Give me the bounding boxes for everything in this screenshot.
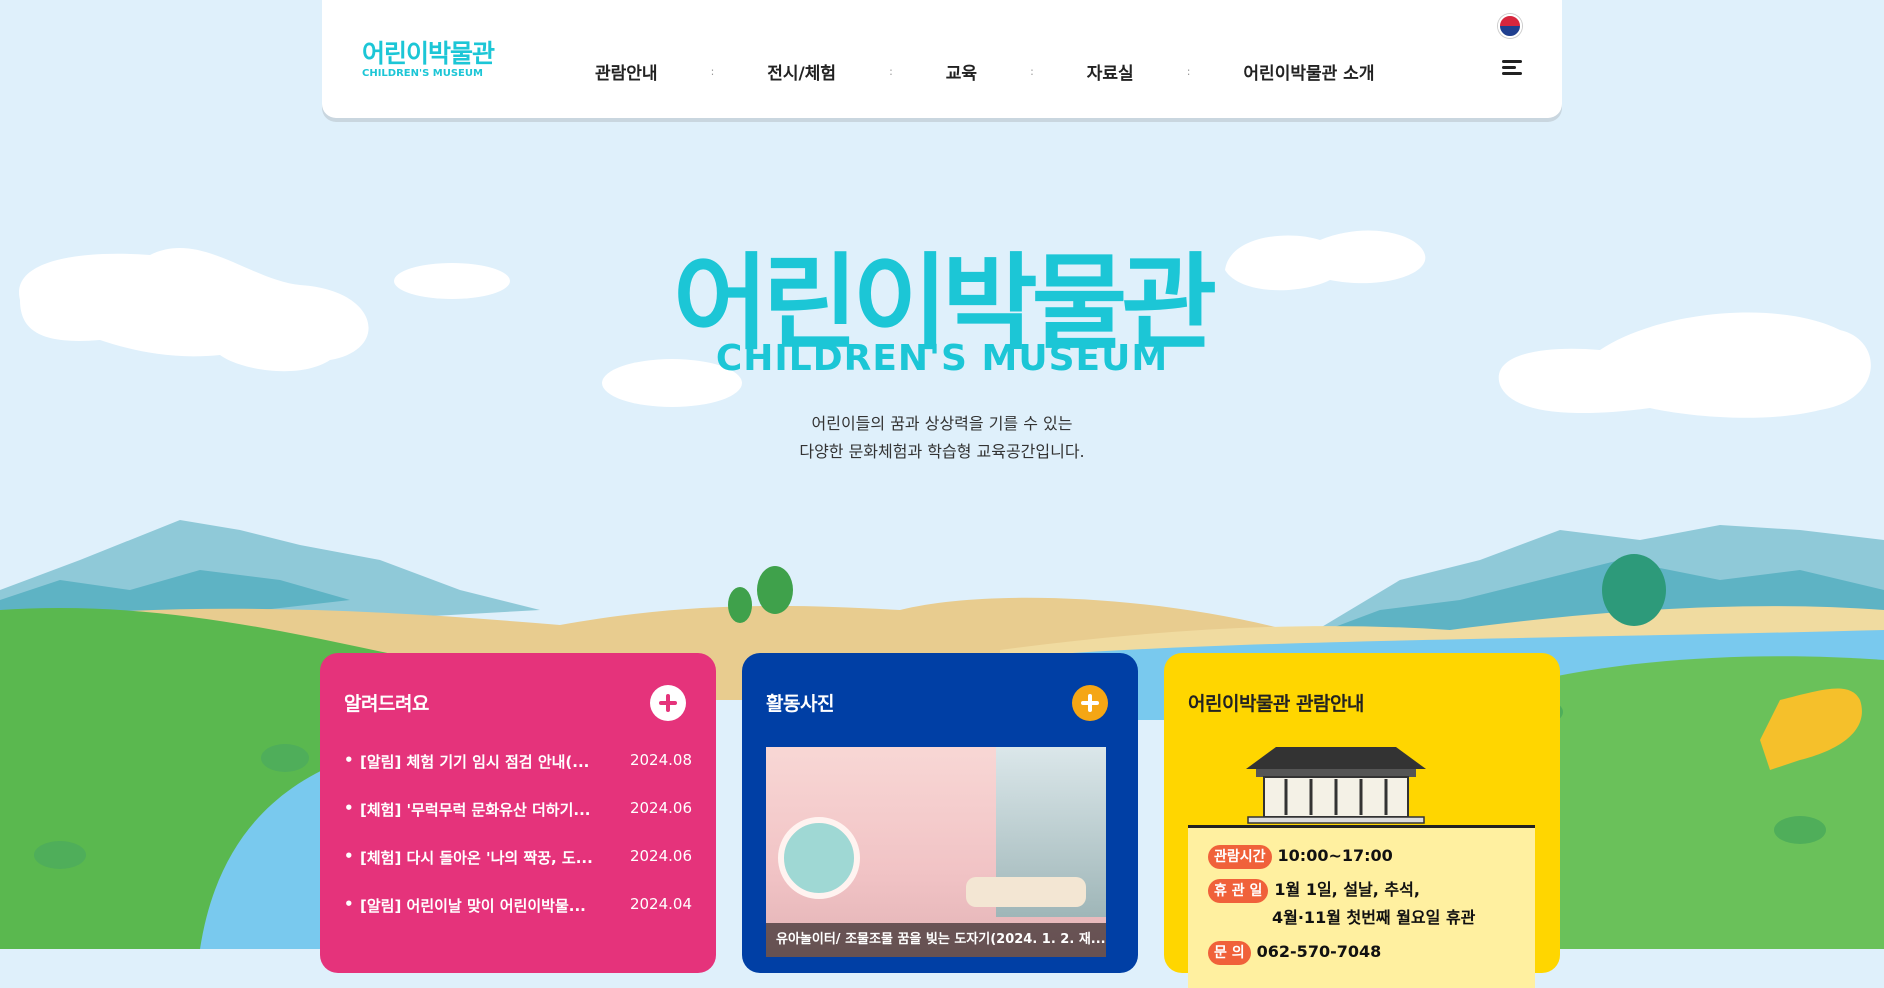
activity-photo[interactable]: 유아놀이터/ 조물조물 꿈을 빚는 도자기(2024. 1. 2. 재... (766, 747, 1106, 957)
notice-item-date: 2024.06 (629, 847, 692, 865)
nav-item-archive[interactable]: 자료실 (1082, 59, 1139, 84)
info-closed-row: 휴 관 일 1월 1일, 설날, 추석, (1208, 878, 1420, 903)
notice-item-date: 2024.06 (629, 799, 692, 817)
hero-description-line: 다양한 문화체험과 학습형 교육공간입니다. (799, 442, 1085, 461)
photo-caption: 유아놀이터/ 조물조물 꿈을 빚는 도자기(2024. 1. 2. 재... (766, 923, 1106, 957)
nav-item-about[interactable]: 어린이박물관 소개 (1238, 59, 1379, 84)
notice-item-date: 2024.04 (629, 895, 692, 913)
nav-item-exhibition[interactable]: 전시/체험 (762, 59, 841, 84)
notice-card: 알려드려요 [알림] 체험 기기 임시 점검 안내(... 2024.08 [체험… (320, 653, 716, 973)
closed-value-2: 4월·11월 첫번째 월요일 휴관 (1272, 908, 1476, 927)
info-title: 어린이박물관 관람안내 (1188, 693, 1364, 715)
info-hours-row: 관람시간 10:00~17:00 (1208, 844, 1393, 869)
main-nav: 관람안내 : 전시/체험 : 교육 : 자료실 : 어린이박물관 소개 (590, 58, 1379, 84)
list-item[interactable]: [알림] 어린이날 맞이 어린이박물... 2024.04 (344, 895, 692, 943)
notice-list: [알림] 체험 기기 임시 점검 안내(... 2024.08 [체험] '무럭무… (344, 751, 692, 943)
hero-description: 어린이들의 꿈과 상상력을 기를 수 있는 다양한 문화체험과 학습형 교육공간… (0, 410, 1884, 466)
list-item[interactable]: [체험] 다시 돌아온 '나의 짝꿍, 도... 2024.06 (344, 847, 692, 895)
photo-round-window (778, 817, 860, 899)
logo[interactable]: 어린이박물관 (362, 34, 495, 70)
menu-icon[interactable] (1502, 60, 1522, 76)
info-closed-row-2: 4월·11월 첫번째 월요일 휴관 (1272, 906, 1475, 930)
closed-value: 1월 1일, 설날, 추석, (1274, 880, 1420, 899)
photo-card-title: 활동사진 (766, 693, 834, 715)
nav-separator: : (1030, 64, 1034, 78)
korea-flag-icon[interactable] (1498, 14, 1522, 38)
notice-item-title: [체험] '무럭무럭 문화유산 더하기... (344, 799, 600, 820)
list-item[interactable]: [알림] 체험 기기 임시 점검 안내(... 2024.08 (344, 751, 692, 799)
closed-label: 휴 관 일 (1208, 879, 1269, 903)
plus-icon[interactable] (650, 685, 686, 721)
notice-title: 알려드려요 (344, 693, 429, 715)
hero-subtitle: CHILDREN'S MUSEUM (715, 338, 1169, 379)
hours-value: 10:00~17:00 (1277, 846, 1393, 865)
hero-description-line: 어린이들의 꿈과 상상력을 기를 수 있는 (811, 414, 1073, 433)
notice-item-title: [체험] 다시 돌아온 '나의 짝꿍, 도... (344, 847, 600, 868)
logo-subtitle[interactable]: CHILDREN'S MUSEUM (362, 68, 483, 79)
list-item[interactable]: [체험] '무럭무럭 문화유산 더하기... 2024.06 (344, 799, 692, 847)
activity-photo-card: 활동사진 유아놀이터/ 조물조물 꿈을 빚는 도자기(2024. 1. 2. 재… (742, 653, 1138, 973)
notice-item-title: [알림] 체험 기기 임시 점검 안내(... (344, 751, 600, 772)
photo-bench (966, 877, 1086, 907)
nav-item-visit-guide[interactable]: 관람안내 (590, 59, 663, 84)
visit-info-card: 어린이박물관 관람안내 관람시간 10:00~17:00 휴 관 일 1월 1일, … (1164, 653, 1560, 988)
site-header: 어린이박물관 CHILDREN'S MUSEUM 관람안내 : 전시/체험 : … (322, 0, 1562, 118)
info-details: 관람시간 10:00~17:00 휴 관 일 1월 1일, 설날, 추석, 4월·1… (1188, 825, 1535, 988)
contact-label: 문 의 (1208, 941, 1251, 965)
nav-separator: : (889, 64, 893, 78)
nav-separator: : (1186, 64, 1191, 78)
notice-item-date: 2024.08 (629, 751, 692, 769)
museum-building-icon (1246, 747, 1426, 824)
contact-value: 062-570-7048 (1256, 942, 1382, 961)
nav-item-education[interactable]: 교육 (941, 59, 982, 84)
plus-icon[interactable] (1072, 685, 1108, 721)
notice-item-title: [알림] 어린이날 맞이 어린이박물... (344, 895, 600, 916)
nav-separator: : (710, 64, 715, 78)
info-contact-row: 문 의 062-570-7048 (1208, 940, 1381, 965)
hours-label: 관람시간 (1208, 845, 1272, 869)
